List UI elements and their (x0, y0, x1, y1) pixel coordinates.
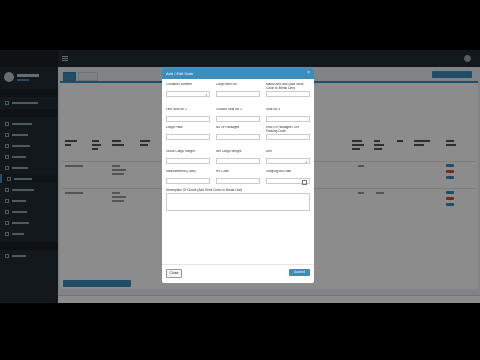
field-label: Cargo Item No (216, 83, 237, 86)
app-window: Add / Edit Data × Container Number ▾ Car… (0, 50, 480, 303)
net-cargo-weight-input[interactable] (216, 158, 260, 164)
field-label: Shipping Bill Date (266, 170, 292, 173)
field-label: Gross Cargo Weight (166, 150, 195, 153)
submit-button[interactable]: Submit (289, 269, 310, 276)
cargo-pack-field: Cargo Pack (166, 126, 210, 140)
field-label: Line Seal No 1 (166, 108, 187, 111)
hs-code-field: HS Code (216, 170, 260, 184)
cargo-item-no-field: Cargo Item No (216, 83, 260, 97)
close-button[interactable]: Close (166, 269, 182, 278)
modal-footer-divider (162, 264, 314, 265)
custom-seal-no-field: Custom Seal No 2 (216, 108, 260, 122)
net-cargo-weight-field: Net Cargo Weight (216, 150, 260, 164)
kind-of-packages-field: Kind Of Packages / UN Packing Code (266, 126, 310, 140)
field-label: Seal No 3 (266, 108, 280, 111)
line-seal-no-field: Line Seal No 1 (166, 108, 210, 122)
field-label: Unit (266, 150, 272, 153)
seal-no-3-input[interactable] (266, 116, 310, 122)
container-number-select[interactable]: ▾ (166, 91, 210, 97)
chevron-down-icon[interactable]: ▾ (305, 160, 307, 164)
modal-header: Add / Edit Data × (162, 68, 314, 79)
gross-cargo-weight-field: Gross Cargo Weight (166, 150, 210, 164)
field-label: Container Number (166, 83, 193, 86)
field-label: Net Cargo Weight (216, 150, 242, 153)
marks-and-nos-input[interactable] (266, 91, 310, 97)
field-label: Cargo Pack (166, 126, 183, 129)
chevron-down-icon[interactable]: ▾ (205, 93, 207, 97)
seal-no-3-field: Seal No 3 (266, 108, 310, 122)
shipping-bill-date-field: Shipping Bill Date (266, 170, 310, 185)
hs-code-input[interactable] (216, 178, 260, 184)
measurement-cbm-field: Measurement (CBM) (166, 170, 210, 184)
line-seal-no-input[interactable] (166, 116, 210, 122)
shipping-bill-date-input[interactable] (266, 178, 310, 185)
close-icon[interactable]: × (307, 68, 310, 79)
field-label: HS Code (216, 170, 229, 173)
marks-and-nos-field: Marks And Nos (Add Semi Colon to Break L… (266, 83, 310, 97)
kind-of-packages-input[interactable] (266, 134, 310, 140)
description-field: Description Of Goods (Add Semi Colon to … (166, 188, 310, 211)
description-textarea[interactable] (166, 193, 310, 211)
gross-cargo-weight-input[interactable] (166, 158, 210, 164)
field-label: No Of Packages (216, 126, 240, 129)
unit-select[interactable]: ▾ (266, 158, 310, 164)
no-of-packages-field: No Of Packages (216, 126, 260, 140)
cargo-item-no-input[interactable] (216, 91, 260, 97)
modal-title: Add / Edit Data (166, 71, 193, 76)
no-of-packages-input[interactable] (216, 134, 260, 140)
container-number-field: Container Number ▾ (166, 83, 210, 97)
cargo-pack-input[interactable] (166, 134, 210, 140)
measurement-cbm-input[interactable] (166, 178, 210, 184)
field-label: Marks And Nos (Add Semi Colon to Break L… (266, 83, 304, 90)
field-label: Measurement (CBM) (166, 170, 196, 173)
field-label: Kind Of Packages / UN Packing Code (266, 126, 299, 133)
custom-seal-no-input[interactable] (216, 116, 260, 122)
calendar-icon[interactable] (302, 180, 307, 185)
edit-data-modal: Add / Edit Data × Container Number ▾ Car… (162, 68, 314, 283)
unit-field: Unit ▾ (266, 150, 310, 164)
field-label: Custom Seal No 2 (216, 108, 242, 111)
